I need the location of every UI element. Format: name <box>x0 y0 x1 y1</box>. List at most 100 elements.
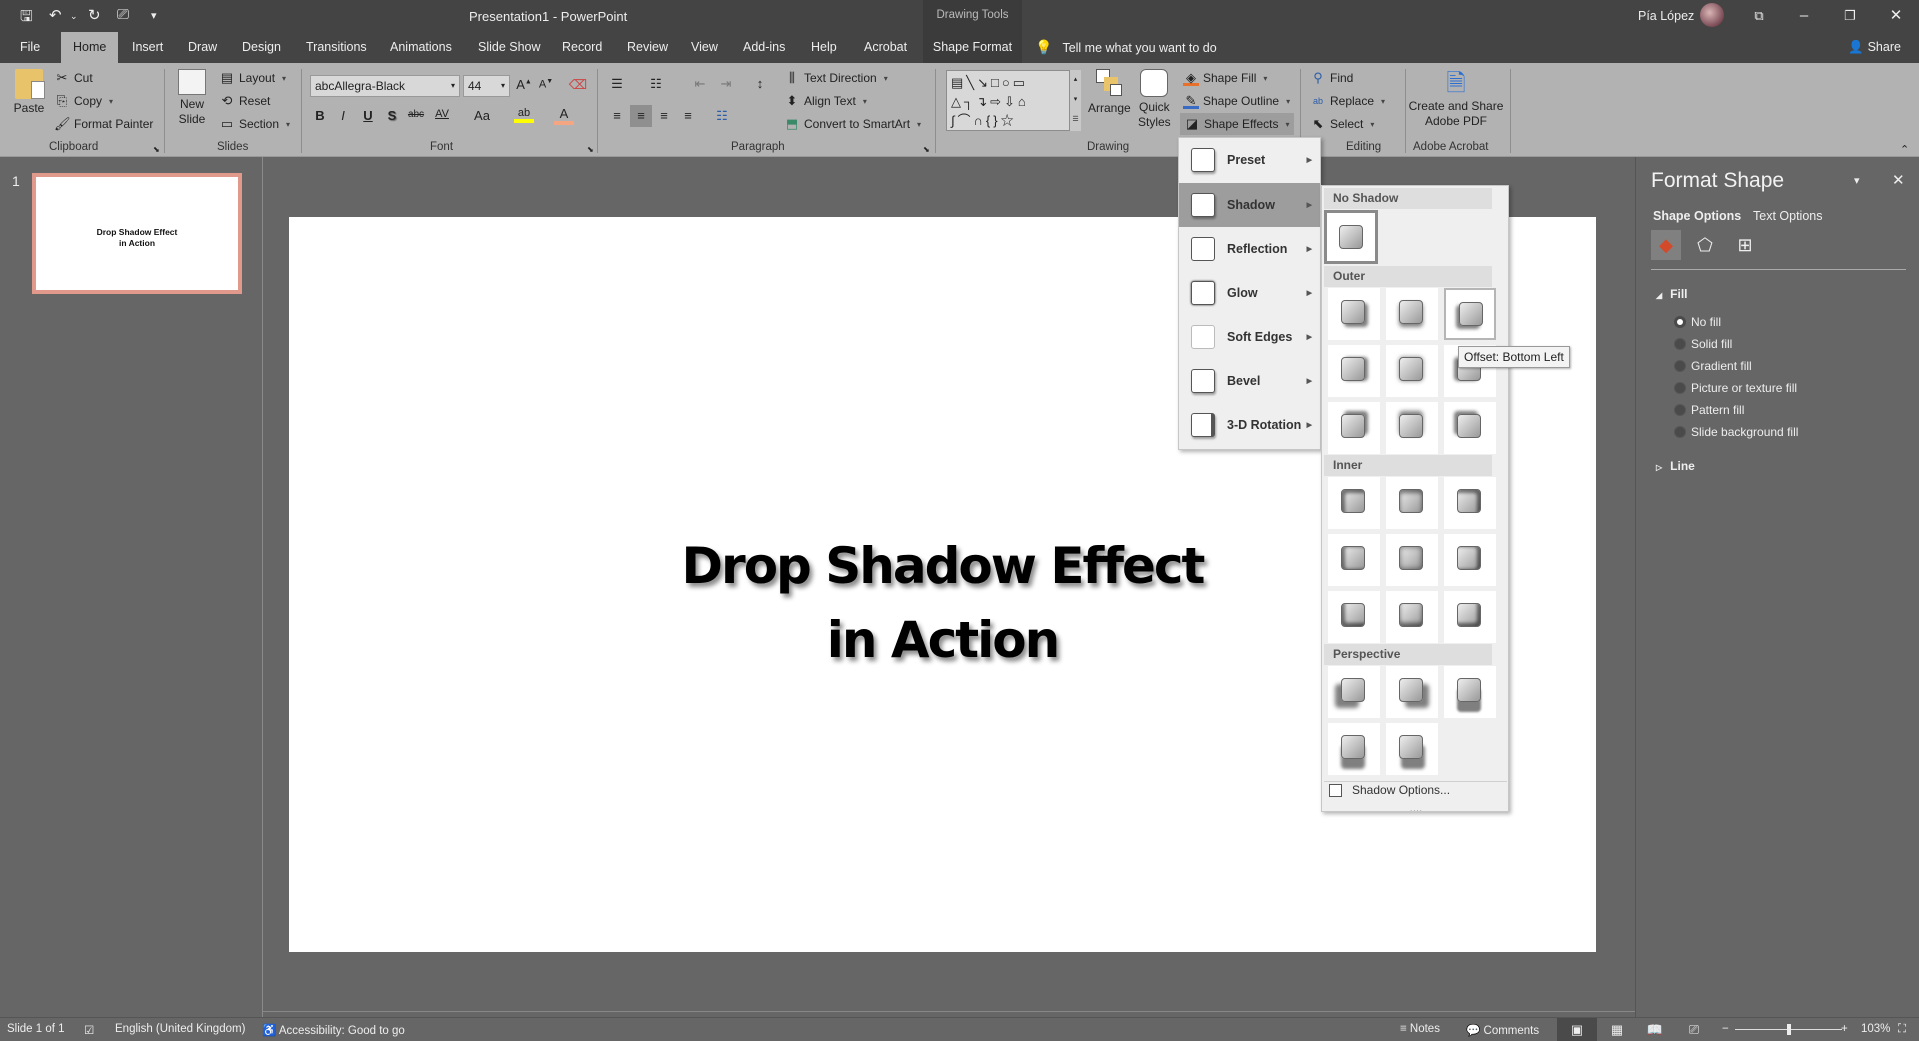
close-icon[interactable]: ✕ <box>1876 4 1916 28</box>
shadow-option-none[interactable] <box>1324 210 1378 264</box>
menu-item-reflection[interactable]: Reflection ▶ <box>1179 227 1320 271</box>
gallery-scroll[interactable]: ▴ ▾ ☰ <box>1069 70 1081 131</box>
shadow-option-outer-8[interactable] <box>1386 402 1438 454</box>
tab-text-options[interactable]: Text Options <box>1753 209 1822 223</box>
undo-dropdown-icon[interactable]: ⌄ <box>70 11 78 22</box>
tab-insert[interactable]: Insert <box>122 32 173 63</box>
pane-options-dropdown-icon[interactable]: ▾ <box>1854 174 1860 187</box>
notes-button[interactable]: ≡ Notes <box>1400 1023 1440 1035</box>
tab-record[interactable]: Record <box>552 32 612 63</box>
menu-item-glow[interactable]: Glow ▶ <box>1179 271 1320 315</box>
radio-gradient-fill[interactable]: Gradient fill <box>1674 359 1752 373</box>
shadow-option-inner-8[interactable] <box>1386 591 1438 643</box>
tab-animations[interactable]: Animations <box>380 32 462 63</box>
shadow-option-inner-4[interactable] <box>1328 534 1380 586</box>
arrange-button[interactable]: Arrange <box>1088 69 1131 115</box>
normal-view-icon[interactable]: ▣ <box>1557 1018 1597 1041</box>
undo-icon[interactable]: ↶ <box>49 6 62 24</box>
text-shadow-button[interactable]: S <box>382 108 402 123</box>
tab-add-ins[interactable]: Add-ins <box>733 32 795 63</box>
zoom-slider-thumb[interactable] <box>1787 1024 1792 1035</box>
share-button[interactable]: 👤 Share <box>1848 32 1901 63</box>
shadow-option-outer-5[interactable] <box>1386 345 1438 397</box>
character-spacing-button[interactable]: AV <box>432 108 452 120</box>
replace-button[interactable]: ab Replace ▾ <box>1310 93 1385 109</box>
shrink-font-button[interactable]: A▼ <box>536 78 556 91</box>
bullets-icon[interactable]: ☰ <box>607 76 627 92</box>
dialog-launcher-icon[interactable]: ⬊ <box>923 145 930 154</box>
increase-indent-icon[interactable]: ⇥ <box>716 76 736 92</box>
slide-thumbnail[interactable]: Drop Shadow Effect in Action <box>32 173 242 294</box>
user-name[interactable]: Pía López <box>1638 9 1694 23</box>
redo-icon[interactable]: ↻ <box>88 6 101 24</box>
shadow-option-outer-4[interactable] <box>1328 345 1380 397</box>
numbering-icon[interactable]: ☷ <box>646 76 666 92</box>
shadow-option-persp-2[interactable] <box>1386 666 1438 718</box>
radio-picture-fill[interactable]: Picture or texture fill <box>1674 381 1797 395</box>
radio-slide-background-fill[interactable]: Slide background fill <box>1674 425 1798 439</box>
text-direction-button[interactable]: ⫼ Text Direction ▾ <box>784 70 888 86</box>
fill-section-header[interactable]: ◢ Fill <box>1656 287 1688 301</box>
menu-item-soft-edges[interactable]: Soft Edges ▶ <box>1179 315 1320 359</box>
justify-icon[interactable]: ≡ <box>678 108 698 123</box>
dialog-launcher-icon[interactable]: ⬊ <box>153 145 160 154</box>
align-center-icon[interactable]: ≡ <box>630 105 652 127</box>
new-slide-button[interactable]: New Slide <box>178 69 206 127</box>
align-text-button[interactable]: ⬍ Align Text ▾ <box>784 93 867 109</box>
shadow-option-persp-5[interactable] <box>1386 723 1438 775</box>
language-indicator[interactable]: English (United Kingdom) <box>115 1023 245 1035</box>
shadow-option-inner-2[interactable] <box>1386 477 1438 529</box>
reading-view-icon[interactable]: 📖 <box>1635 1018 1675 1041</box>
italic-button[interactable]: I <box>333 108 353 123</box>
line-section-header[interactable]: ▷ Line <box>1656 459 1695 473</box>
tab-help[interactable]: Help <box>801 32 847 63</box>
shadow-option-outer-7[interactable] <box>1328 402 1380 454</box>
shadow-option-outer-1[interactable] <box>1328 288 1380 340</box>
close-pane-icon[interactable]: ✕ <box>1892 171 1905 189</box>
zoom-level[interactable]: 103% <box>1861 1023 1890 1035</box>
shape-outline-button[interactable]: ✎ Shape Outline ▾ <box>1183 93 1290 109</box>
fit-to-window-icon[interactable]: ⛶ <box>1898 1023 1906 1036</box>
shadow-option-outer-3[interactable] <box>1444 288 1496 340</box>
shadow-option-outer-9[interactable] <box>1444 402 1496 454</box>
format-painter-button[interactable]: 🖌 Format Painter <box>54 116 153 132</box>
underline-button[interactable]: U <box>358 108 378 123</box>
zoom-in-button[interactable]: + <box>1841 1023 1848 1035</box>
tab-file[interactable]: File <box>10 32 50 63</box>
menu-item-3d-rotation[interactable]: 3-D Rotation ▶ <box>1179 403 1320 447</box>
section-button[interactable]: ▭ Section ▾ <box>219 116 290 132</box>
shadow-option-inner-5[interactable] <box>1386 534 1438 586</box>
resize-grip[interactable]: .... <box>1410 804 1423 813</box>
shadow-options-item[interactable]: Shadow Options... <box>1329 783 1450 797</box>
radio-solid-fill[interactable]: Solid fill <box>1674 337 1732 351</box>
create-share-pdf-button[interactable]: 🗎 Create and Share Adobe PDF <box>1409 69 1504 129</box>
tab-acrobat[interactable]: Acrobat <box>854 32 917 63</box>
dialog-launcher-icon[interactable]: ⬊ <box>587 145 594 154</box>
layout-button[interactable]: ▤ Layout ▾ <box>219 70 286 86</box>
grow-font-button[interactable]: A▲ <box>514 77 534 92</box>
menu-item-preset[interactable]: Preset ▶ <box>1179 138 1320 182</box>
spelling-check-icon[interactable]: ☑ <box>84 1023 94 1037</box>
minimize-icon[interactable]: – <box>1784 4 1824 28</box>
customize-qat-icon[interactable]: ▾ <box>151 9 157 22</box>
tab-slide-show[interactable]: Slide Show <box>468 32 551 63</box>
tab-design[interactable]: Design <box>232 32 291 63</box>
comments-button[interactable]: 💬 Comments <box>1466 1023 1539 1037</box>
find-button[interactable]: ⚲ Find <box>1310 70 1353 86</box>
shadow-option-inner-6[interactable] <box>1444 534 1496 586</box>
shadow-option-persp-3[interactable] <box>1444 666 1496 718</box>
copy-button[interactable]: ⎘ Copy ▾ <box>54 93 113 109</box>
align-left-icon[interactable]: ≡ <box>607 108 627 123</box>
fill-line-icon[interactable]: ◆ <box>1651 230 1681 260</box>
shadow-option-inner-3[interactable] <box>1444 477 1496 529</box>
change-case-button[interactable]: Aa <box>472 108 492 123</box>
font-color-icon[interactable]: A <box>554 106 574 125</box>
cut-button[interactable]: ✂ Cut <box>54 70 93 86</box>
select-button[interactable]: ⬉ Select ▾ <box>1310 116 1375 132</box>
strikethrough-button[interactable]: abc <box>406 109 426 120</box>
save-icon[interactable]: 🖫 <box>20 6 33 31</box>
convert-smartart-button[interactable]: ⬒ Convert to SmartArt ▾ <box>784 116 921 132</box>
avatar[interactable] <box>1700 3 1724 27</box>
tab-shape-options[interactable]: Shape Options <box>1653 209 1741 223</box>
shadow-option-persp-4[interactable] <box>1328 723 1380 775</box>
